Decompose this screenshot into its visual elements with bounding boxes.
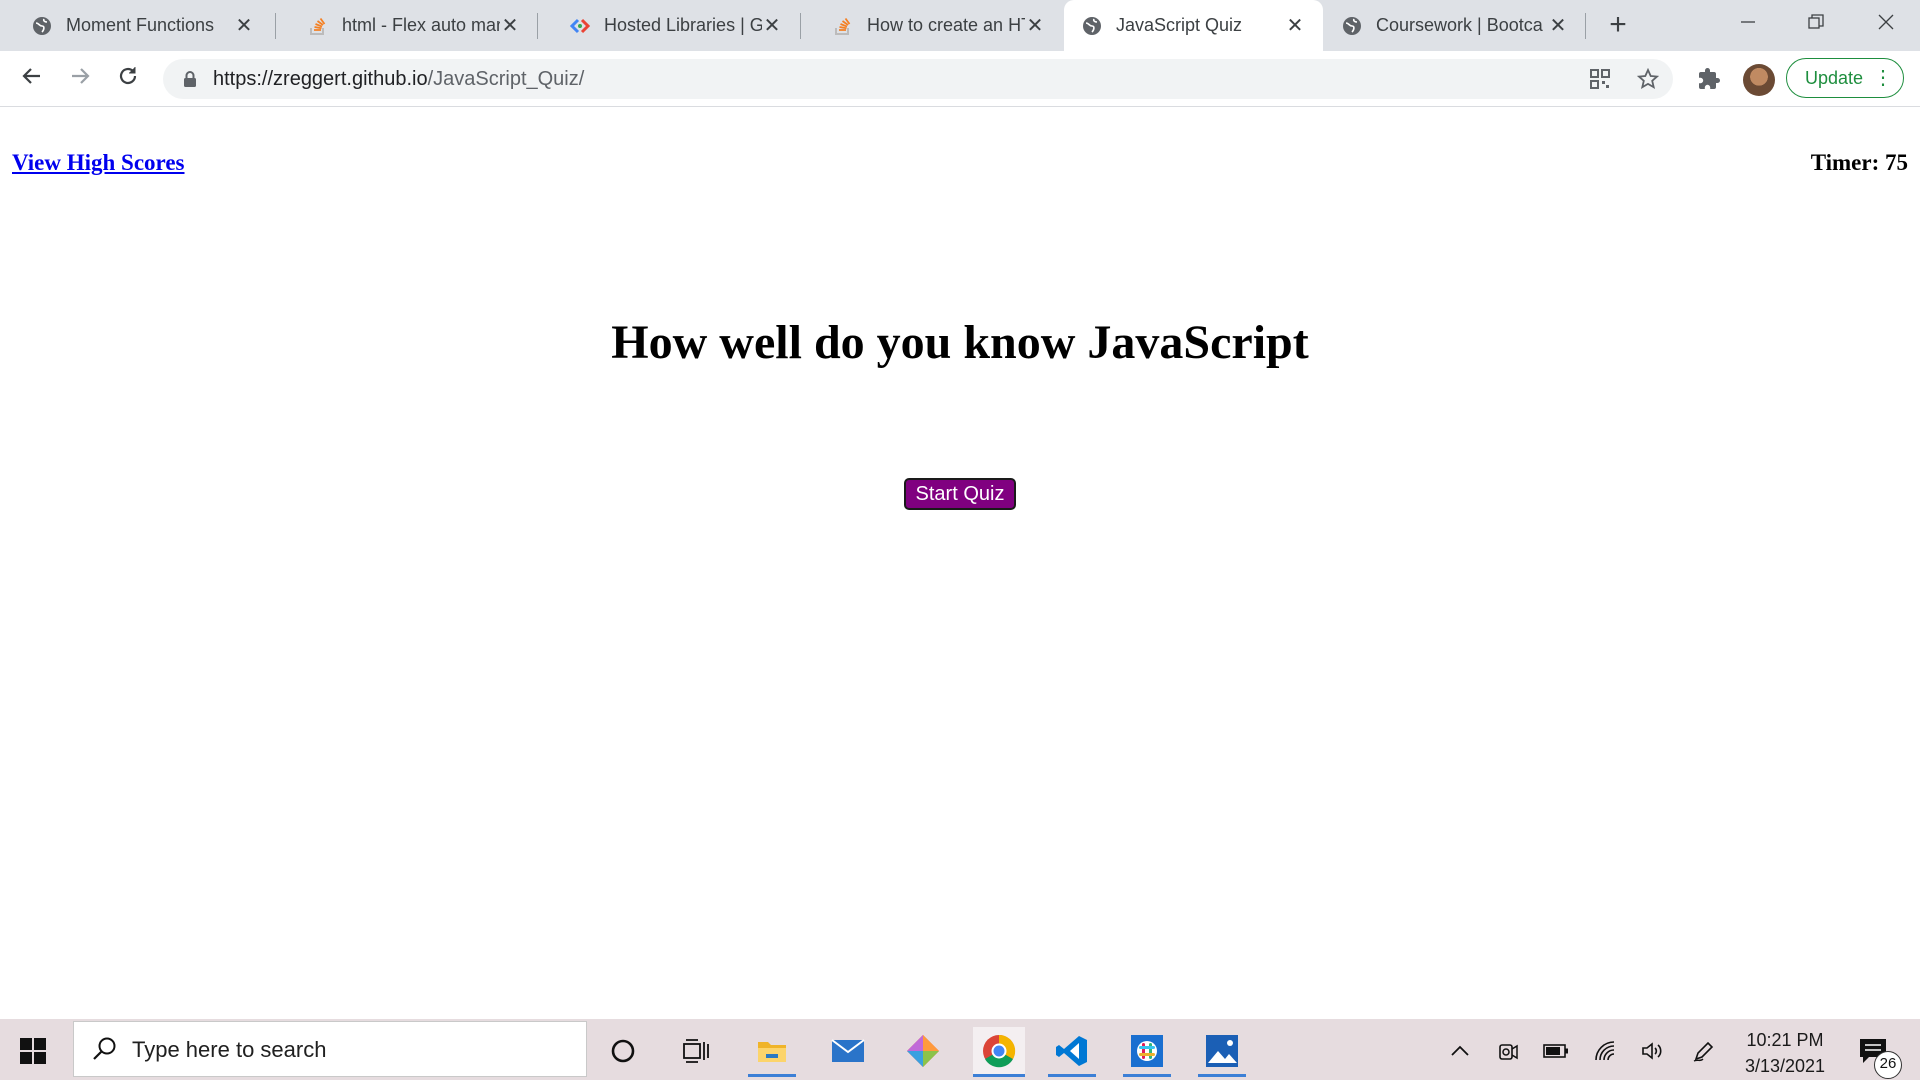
google-developers-icon — [570, 18, 590, 33]
forward-arrow-icon — [72, 68, 90, 84]
chrome-icon — [983, 1034, 1016, 1068]
start-quiz-button[interactable]: Start Quiz — [904, 478, 1016, 510]
git-diamond-icon — [907, 1035, 939, 1067]
meet-now-icon[interactable] — [1496, 1039, 1520, 1063]
tab-strip: Moment Functions ✕ html - Flex auto mar … — [0, 0, 1920, 51]
git-app[interactable] — [899, 1027, 947, 1075]
vscode-app[interactable] — [1048, 1027, 1096, 1077]
app-running-indicator — [1198, 1074, 1246, 1077]
system-clock[interactable]: 10:21 PM 3/13/2021 — [1730, 1027, 1840, 1079]
clock-date: 3/13/2021 — [1744, 1056, 1826, 1076]
globe-icon — [1083, 16, 1101, 35]
mail-app[interactable] — [824, 1027, 872, 1075]
file-explorer-app[interactable] — [748, 1027, 796, 1077]
profile-avatar[interactable] — [1743, 64, 1775, 96]
timer-display: Timer: 75 — [1810, 150, 1908, 175]
clock-time: 10:21 PM — [1746, 1030, 1824, 1050]
tab-title: Hosted Libraries | G — [604, 15, 762, 35]
tab-separator — [1585, 13, 1586, 39]
app-running-indicator — [973, 1074, 1025, 1077]
close-tab-icon[interactable]: ✕ — [1548, 16, 1568, 36]
tab-title: Moment Functions — [66, 15, 215, 35]
tab-title: JavaScript Quiz — [1116, 15, 1243, 35]
view-high-scores-link[interactable]: View High Scores — [12, 150, 185, 176]
volume-icon[interactable] — [1640, 1039, 1664, 1063]
search-placeholder: Type here to search — [132, 1037, 327, 1062]
windows-taskbar: Type here to search 10:21 PM 3/13/2021 2… — [0, 1019, 1920, 1080]
quiz-heading: How well do you know JavaScript — [611, 316, 1309, 369]
restore-icon — [1808, 14, 1824, 29]
notification-count-badge: 26 — [1874, 1051, 1902, 1079]
reload-icon — [119, 67, 137, 85]
cortana-button[interactable] — [599, 1027, 647, 1075]
photos-icon — [1206, 1035, 1238, 1067]
app-running-indicator — [1048, 1074, 1096, 1077]
restore-button[interactable] — [1796, 8, 1836, 38]
close-icon — [1878, 14, 1894, 30]
minimize-icon — [1741, 21, 1755, 23]
close-window-button[interactable] — [1866, 8, 1906, 38]
task-view-icon — [683, 1039, 709, 1063]
page-content: View High Scores Timer: 75 How well do y… — [0, 107, 1920, 1019]
url-path: /JavaScript_Quiz/ — [427, 68, 585, 90]
vscode-icon — [1056, 1036, 1087, 1066]
url-text: https://zreggert.github.io/JavaScript_Qu… — [213, 68, 584, 91]
tab-moment-functions[interactable]: Moment Functions ✕ — [0, 0, 272, 51]
windows-start-icon[interactable] — [20, 1038, 46, 1064]
stackoverflow-icon — [310, 17, 326, 35]
bookmark-star-icon[interactable] — [1637, 68, 1659, 90]
back-button[interactable] — [16, 63, 48, 95]
extensions-puzzle-icon[interactable] — [1697, 67, 1721, 91]
app-running-indicator — [748, 1074, 796, 1077]
minimize-button[interactable] — [1728, 8, 1768, 38]
reload-button[interactable] — [112, 63, 144, 95]
tab-javascript-quiz[interactable]: JavaScript Quiz ✕ — [1064, 0, 1323, 51]
pen-workspace-icon[interactable] — [1692, 1039, 1716, 1063]
cortana-circle-icon — [611, 1039, 635, 1063]
tab-coursework-bootcamp[interactable]: Coursework | Bootca ✕ — [1324, 0, 1586, 51]
update-label: Update — [1805, 68, 1864, 88]
close-tab-icon[interactable]: ✕ — [234, 16, 254, 36]
stackoverflow-icon — [835, 17, 851, 35]
photos-app[interactable] — [1198, 1027, 1246, 1077]
new-tab-button[interactable]: + — [1603, 10, 1633, 40]
search-icon — [93, 1037, 116, 1060]
battery-icon[interactable] — [1542, 1039, 1570, 1063]
mail-envelope-icon — [831, 1039, 865, 1062]
globe-icon — [1343, 16, 1361, 35]
close-tab-icon[interactable]: ✕ — [500, 16, 520, 36]
back-arrow-icon — [22, 68, 40, 84]
taskbar-search-box[interactable]: Type here to search — [73, 1021, 587, 1077]
url-host: https://zreggert.github.io — [213, 68, 428, 90]
slack-icon — [1131, 1035, 1163, 1067]
tab-how-to-create-html[interactable]: How to create an HT ✕ — [801, 0, 1063, 51]
tab-hosted-libraries[interactable]: Hosted Libraries | G ✕ — [538, 0, 800, 51]
wifi-icon[interactable] — [1593, 1039, 1617, 1063]
task-view-button[interactable] — [672, 1027, 720, 1075]
tab-flex-auto-margin[interactable]: html - Flex auto mar ✕ — [276, 0, 538, 51]
globe-icon — [33, 16, 51, 35]
lock-icon — [184, 71, 196, 87]
show-hidden-icons-chevron-icon[interactable] — [1448, 1039, 1472, 1063]
close-tab-icon[interactable]: ✕ — [1025, 16, 1045, 36]
update-button[interactable]: Update ⋮ — [1786, 58, 1904, 98]
app-running-indicator — [1123, 1074, 1171, 1077]
qr-code-icon[interactable] — [1589, 68, 1611, 90]
forward-button[interactable] — [64, 63, 96, 95]
close-tab-icon[interactable]: ✕ — [1285, 16, 1305, 36]
more-menu-icon[interactable]: ⋮ — [1873, 59, 1893, 97]
browser-toolbar: https://zreggert.github.io/JavaScript_Qu… — [0, 51, 1920, 107]
slack-app[interactable] — [1123, 1027, 1171, 1077]
tab-title: html - Flex auto mar — [342, 15, 500, 35]
close-tab-icon[interactable]: ✕ — [762, 16, 782, 36]
tab-title: Coursework | Bootca — [1376, 15, 1543, 35]
address-bar[interactable]: https://zreggert.github.io/JavaScript_Qu… — [163, 59, 1673, 99]
tab-title: How to create an HT — [867, 15, 1025, 35]
chrome-app[interactable] — [973, 1027, 1025, 1077]
folder-icon — [758, 1042, 786, 1062]
